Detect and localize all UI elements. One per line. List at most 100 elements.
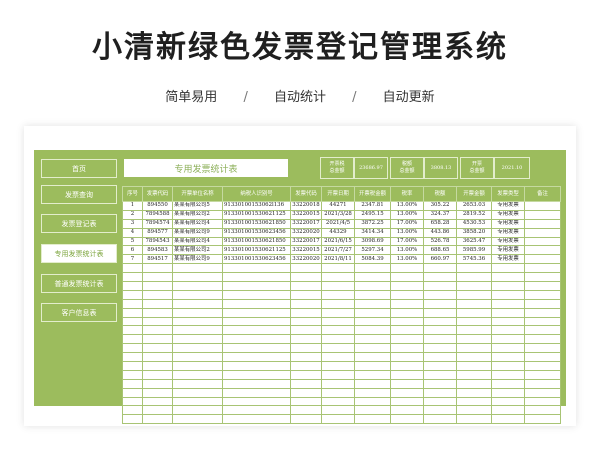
table-cell[interactable]: 4 — [122, 227, 143, 238]
empty-cell[interactable] — [321, 396, 355, 407]
empty-cell[interactable] — [423, 263, 457, 274]
empty-cell[interactable] — [142, 281, 173, 291]
empty-cell[interactable] — [390, 369, 424, 380]
empty-cell[interactable] — [290, 263, 322, 274]
empty-cell[interactable] — [491, 405, 525, 416]
table-row[interactable]: 3 7894574 某某有限公司4 913301001530621850 3322001… — [122, 218, 561, 229]
empty-cell[interactable] — [354, 298, 391, 309]
empty-cell[interactable] — [222, 361, 291, 371]
table-cell[interactable]: 5985.99 — [456, 245, 492, 256]
empty-cell[interactable] — [491, 387, 525, 398]
table-cell[interactable]: 专用发票 — [491, 209, 525, 220]
empty-row[interactable] — [122, 405, 561, 416]
empty-cell[interactable] — [122, 369, 143, 380]
empty-cell[interactable] — [172, 325, 223, 336]
table-cell[interactable]: 6 — [122, 245, 143, 256]
empty-cell[interactable] — [456, 405, 492, 416]
empty-cell[interactable] — [423, 272, 457, 283]
empty-cell[interactable] — [222, 405, 291, 416]
empty-row[interactable] — [122, 369, 561, 380]
empty-cell[interactable] — [321, 281, 355, 291]
table-cell[interactable]: 13.00% — [390, 254, 424, 265]
empty-cell[interactable] — [172, 387, 223, 398]
empty-cell[interactable] — [390, 263, 424, 274]
empty-cell[interactable] — [142, 325, 173, 336]
table-cell[interactable]: 33220015 — [290, 209, 322, 220]
empty-cell[interactable] — [222, 378, 291, 389]
empty-cell[interactable] — [354, 396, 391, 407]
empty-cell[interactable] — [290, 378, 322, 389]
empty-cell[interactable] — [491, 369, 525, 380]
table-cell[interactable]: 894577 — [142, 227, 173, 238]
empty-cell[interactable] — [423, 378, 457, 389]
empty-cell[interactable] — [142, 378, 173, 389]
table-cell[interactable]: 44271 — [321, 201, 355, 211]
empty-cell[interactable] — [222, 316, 291, 327]
empty-cell[interactable] — [390, 378, 424, 389]
table-cell[interactable]: 7 — [122, 254, 143, 265]
table-cell[interactable]: 13.00% — [390, 209, 424, 220]
empty-cell[interactable] — [122, 325, 143, 336]
empty-cell[interactable] — [456, 414, 492, 425]
table-cell[interactable]: 2495.15 — [354, 209, 391, 220]
empty-cell[interactable] — [390, 396, 424, 407]
empty-cell[interactable] — [456, 307, 492, 318]
table-cell[interactable]: 443.86 — [423, 227, 457, 238]
empty-cell[interactable] — [354, 272, 391, 283]
table-cell[interactable]: 2021/3/28 — [321, 209, 355, 220]
empty-cell[interactable] — [172, 405, 223, 416]
empty-cell[interactable] — [524, 343, 561, 354]
empty-cell[interactable] — [290, 414, 322, 425]
table-cell[interactable]: 2819.52 — [456, 209, 492, 220]
table-row[interactable]: 4 894577 某某有限公司9 913301001530623456 33220020… — [122, 227, 561, 238]
table-cell[interactable]: 2347.81 — [354, 201, 391, 211]
nav-home-button[interactable]: 首页 — [41, 159, 117, 178]
empty-cell[interactable] — [390, 272, 424, 283]
empty-cell[interactable] — [290, 369, 322, 380]
table-cell[interactable]: 33220020 — [290, 254, 322, 265]
table-cell[interactable]: 688.65 — [423, 245, 457, 256]
empty-cell[interactable] — [491, 414, 525, 425]
empty-cell[interactable] — [122, 352, 143, 363]
empty-cell[interactable] — [423, 316, 457, 327]
table-cell[interactable]: 7894574 — [142, 218, 173, 229]
empty-cell[interactable] — [290, 298, 322, 309]
table-cell[interactable]: 5084.39 — [354, 254, 391, 265]
empty-cell[interactable] — [354, 263, 391, 274]
empty-cell[interactable] — [222, 414, 291, 425]
empty-cell[interactable] — [456, 298, 492, 309]
empty-cell[interactable] — [524, 387, 561, 398]
empty-cell[interactable] — [321, 316, 355, 327]
table-cell[interactable]: 1 — [122, 201, 143, 211]
empty-cell[interactable] — [423, 343, 457, 354]
empty-cell[interactable] — [222, 343, 291, 354]
empty-row[interactable] — [122, 378, 561, 389]
empty-cell[interactable] — [491, 334, 525, 345]
empty-cell[interactable] — [491, 263, 525, 274]
empty-cell[interactable] — [354, 369, 391, 380]
empty-cell[interactable] — [321, 307, 355, 318]
empty-cell[interactable] — [524, 289, 561, 300]
table-cell[interactable]: 专用发票 — [491, 245, 525, 256]
empty-cell[interactable] — [222, 352, 291, 363]
empty-cell[interactable] — [222, 325, 291, 336]
table-cell[interactable]: 894517 — [142, 254, 173, 265]
empty-cell[interactable] — [491, 325, 525, 336]
empty-cell[interactable] — [524, 263, 561, 274]
table-cell[interactable]: 2021/7/27 — [321, 245, 355, 256]
empty-row[interactable] — [122, 343, 561, 354]
empty-cell[interactable] — [290, 361, 322, 371]
empty-row[interactable] — [122, 325, 561, 336]
table-cell[interactable]: 894583 — [142, 245, 173, 256]
empty-cell[interactable] — [172, 378, 223, 389]
table-cell[interactable]: 2021/4/5 — [321, 218, 355, 229]
table-cell[interactable]: 某某有限公司2 — [172, 245, 223, 256]
empty-cell[interactable] — [524, 281, 561, 291]
empty-cell[interactable] — [122, 361, 143, 371]
empty-cell[interactable] — [524, 298, 561, 309]
table-cell[interactable]: 913301001530621850 — [222, 236, 291, 247]
empty-cell[interactable] — [142, 361, 173, 371]
table-cell[interactable]: 专用发票 — [491, 236, 525, 247]
empty-row[interactable] — [122, 298, 561, 309]
empty-cell[interactable] — [290, 387, 322, 398]
